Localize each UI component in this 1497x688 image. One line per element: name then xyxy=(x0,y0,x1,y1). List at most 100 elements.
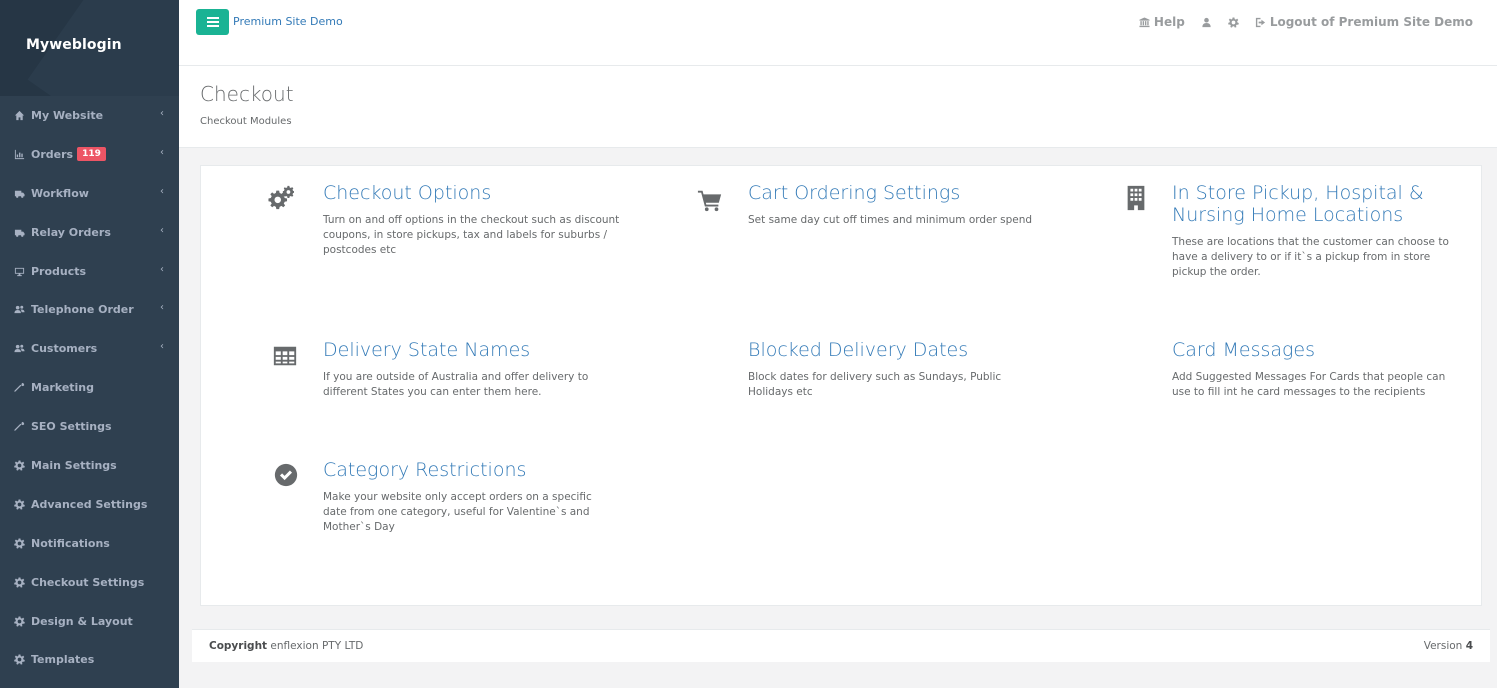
help-label: Help xyxy=(1153,15,1185,29)
wrench-icon xyxy=(13,421,25,433)
page-subtitle: Checkout Modules xyxy=(200,116,292,127)
logout-label: Logout of Premium Site Demo xyxy=(1269,15,1473,29)
module-description: Add Suggested Messages For Cards that pe… xyxy=(1172,371,1446,398)
sidebar-item-design-layout[interactable]: Design & Layout xyxy=(0,602,179,641)
sidebar-item-notifications[interactable]: Notifications xyxy=(0,524,179,563)
sidebar-item-label: Customers xyxy=(31,342,98,356)
building-icon xyxy=(1122,184,1150,212)
gears-icon xyxy=(267,184,295,212)
site-name-link[interactable]: Premium Site Demo xyxy=(233,15,343,28)
checkout-modules-panel: Checkout Options Turn on and off options… xyxy=(200,165,1482,606)
chevron-left-icon: ‹ xyxy=(160,146,164,158)
chevron-left-icon: ‹ xyxy=(160,108,164,119)
sidebar-item-label: Advanced Settings xyxy=(31,497,148,511)
gear-icon xyxy=(13,459,25,471)
module-cart-ordering-settings: Cart Ordering Settings Set same day cut … xyxy=(697,182,1048,228)
sidebar-item-label: Workflow xyxy=(31,186,89,200)
sidebar-item-label: Templates xyxy=(31,653,95,667)
users-icon xyxy=(13,343,25,355)
module-description: Set same day cut off times and minimum o… xyxy=(748,214,1033,226)
module-title[interactable]: Cart Ordering Settings xyxy=(748,182,1048,204)
sidebar-item-workflow[interactable]: Workflow ‹ xyxy=(0,174,179,213)
module-checkout-options: Checkout Options Turn on and off options… xyxy=(268,182,623,258)
sidebar-item-main-settings[interactable]: Main Settings xyxy=(0,446,179,485)
module-title[interactable]: Delivery State Names xyxy=(323,339,608,361)
module-title[interactable]: Category Restrictions xyxy=(323,459,618,481)
version-number: 4 xyxy=(1465,640,1473,652)
module-title[interactable]: Checkout Options xyxy=(323,182,623,204)
module-description: These are locations that the customer ca… xyxy=(1172,236,1449,278)
settings-button[interactable] xyxy=(1227,16,1239,28)
module-title[interactable]: Blocked Delivery Dates xyxy=(748,339,1048,361)
chevron-left-icon: ‹ xyxy=(160,185,164,197)
sidebar-item-advanced-settings[interactable]: Advanced Settings xyxy=(0,485,179,524)
table-icon xyxy=(271,342,299,370)
sidebar-nav: My Website ‹ Orders 119 ‹ Workflow ‹ Rel… xyxy=(0,96,179,679)
sidebar-item-products[interactable]: Products ‹ xyxy=(0,252,179,291)
sidebar-item-label: Products xyxy=(31,264,87,278)
sign-out-icon xyxy=(1255,17,1265,27)
sidebar-item-label: SEO Settings xyxy=(31,420,112,434)
sidebar-item-telephone-order[interactable]: Telephone Order ‹ xyxy=(0,290,179,329)
brand-logo[interactable]: Myweblogin xyxy=(26,37,122,53)
check-circle-icon xyxy=(272,461,300,489)
gear-icon xyxy=(13,654,25,666)
sidebar-item-templates[interactable]: Templates xyxy=(0,640,179,679)
hamburger-icon xyxy=(206,17,219,27)
user-profile-button[interactable] xyxy=(1201,17,1212,28)
sidebar-item-orders[interactable]: Orders 119 ‹ xyxy=(0,135,179,174)
chevron-left-icon: ‹ xyxy=(160,263,164,275)
copyright-label: Copyright xyxy=(209,640,268,652)
gear-icon xyxy=(13,615,25,627)
sidebar-item-label: My Website xyxy=(31,108,104,122)
chevron-left-icon: ‹ xyxy=(160,224,164,236)
sidebar-item-checkout-settings[interactable]: Checkout Settings xyxy=(0,563,179,602)
sidebar-item-seo-settings[interactable]: SEO Settings xyxy=(0,407,179,446)
bank-icon xyxy=(1139,16,1150,27)
logout-link[interactable]: Logout of Premium Site Demo xyxy=(1255,15,1473,29)
company-name: enflexion PTY LTD xyxy=(270,640,364,652)
module-category-restrictions: Category Restrictions Make your website … xyxy=(274,459,618,535)
sidebar-header: Myweblogin xyxy=(0,0,179,96)
sidebar-item-label: Relay Orders xyxy=(31,225,111,239)
help-link[interactable]: Help xyxy=(1139,15,1185,29)
bar-chart-icon xyxy=(13,148,25,160)
gear-icon xyxy=(13,498,25,510)
module-description: Make your website only accept orders on … xyxy=(323,491,592,533)
version-label: Version xyxy=(1423,640,1463,652)
module-description: If you are outside of Australia and offe… xyxy=(323,371,589,398)
top-navbar: Premium Site Demo Help Logout of Premium… xyxy=(179,0,1497,66)
module-description: Block dates for delivery such as Sundays… xyxy=(748,371,1002,398)
sidebar-item-customers[interactable]: Customers ‹ xyxy=(0,329,179,368)
sidebar-item-label: Main Settings xyxy=(31,458,117,472)
cart-icon xyxy=(696,186,724,214)
gear-icon xyxy=(13,576,25,588)
sidebar-item-label: Orders xyxy=(31,147,74,161)
wrench-icon xyxy=(13,382,25,394)
page-heading: Checkout Checkout Modules xyxy=(179,66,1497,148)
sidebar-item-label: Notifications xyxy=(31,536,110,550)
module-title[interactable]: In Store Pickup, Hospital & Nursing Home… xyxy=(1172,182,1467,226)
module-delivery-state-names: Delivery State Names If you are outside … xyxy=(273,339,608,400)
monitor-icon xyxy=(13,265,25,277)
truck-icon xyxy=(13,226,25,238)
users-icon xyxy=(13,304,25,316)
sidebar-item-relay-orders[interactable]: Relay Orders ‹ xyxy=(0,213,179,252)
footer-copyright: Copyright enflexion PTY LTD xyxy=(209,640,363,652)
module-card-messages: Card Messages Add Suggested Messages For… xyxy=(1172,339,1467,400)
sidebar: Myweblogin My Website ‹ Orders 119 ‹ Wor… xyxy=(0,0,179,688)
module-in-store-pickup-locations: In Store Pickup, Hospital & Nursing Home… xyxy=(1127,182,1467,280)
module-description: Turn on and off options in the checkout … xyxy=(323,214,620,256)
sidebar-item-label: Checkout Settings xyxy=(31,575,145,589)
module-blocked-delivery-dates: Blocked Delivery Dates Block dates for d… xyxy=(748,339,1048,400)
module-title[interactable]: Card Messages xyxy=(1172,339,1467,361)
menu-toggle-button[interactable] xyxy=(196,9,229,35)
user-icon xyxy=(1202,17,1211,27)
footer-version: Version 4 xyxy=(1424,640,1473,652)
gear-icon xyxy=(13,537,25,549)
gear-icon xyxy=(1227,16,1239,28)
truck-icon xyxy=(13,187,25,199)
sidebar-item-my-website[interactable]: My Website ‹ xyxy=(0,96,179,135)
sidebar-item-marketing[interactable]: Marketing xyxy=(0,368,179,407)
orders-count-badge: 119 xyxy=(77,147,106,162)
